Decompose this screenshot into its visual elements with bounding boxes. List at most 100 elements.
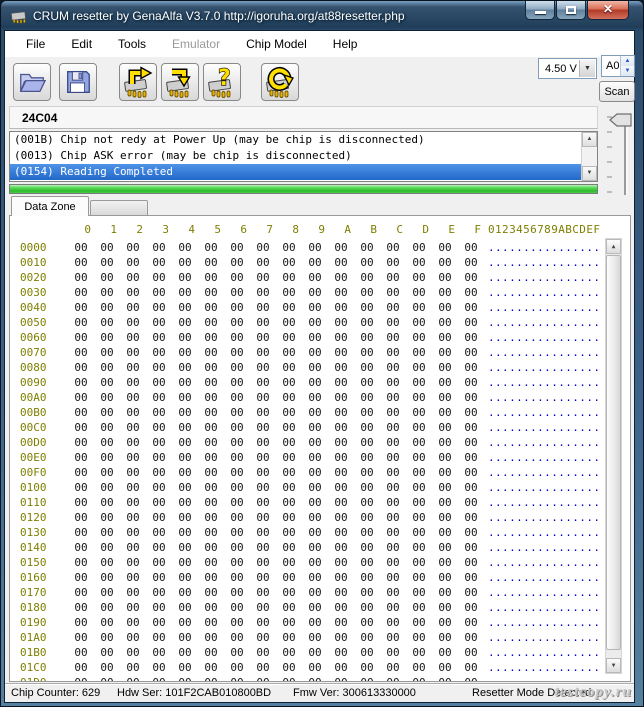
hex-byte-cell[interactable]: 00 — [354, 495, 380, 510]
hex-byte-cell[interactable]: 00 — [354, 360, 380, 375]
hex-byte-cell[interactable]: 00 — [120, 360, 146, 375]
hex-byte-cell[interactable]: 00 — [224, 435, 250, 450]
hex-byte-cell[interactable]: 00 — [198, 675, 224, 682]
hex-byte-cell[interactable]: 00 — [432, 540, 458, 555]
hex-byte-cell[interactable]: 00 — [328, 630, 354, 645]
hex-byte-cell[interactable]: 00 — [94, 615, 120, 630]
hex-byte-cell[interactable]: 00 — [224, 420, 250, 435]
reset-chip-button[interactable] — [261, 63, 299, 101]
hex-byte-cell[interactable]: 00 — [146, 465, 172, 480]
slider-handle[interactable] — [610, 114, 631, 126]
hex-byte-cell[interactable]: 00 — [406, 480, 432, 495]
hex-byte-cell[interactable]: 00 — [224, 600, 250, 615]
log-scrollbar[interactable]: ▲ ▼ — [581, 132, 597, 181]
hex-byte-cell[interactable]: 00 — [380, 360, 406, 375]
hex-byte-cell[interactable]: 00 — [250, 585, 276, 600]
hex-byte-cell[interactable]: 00 — [380, 630, 406, 645]
hex-byte-cell[interactable]: 00 — [380, 600, 406, 615]
hex-byte-cell[interactable]: 00 — [120, 240, 146, 255]
hex-byte-cell[interactable]: 00 — [224, 495, 250, 510]
hex-byte-cell[interactable]: 00 — [380, 495, 406, 510]
hex-byte-cell[interactable]: 00 — [250, 300, 276, 315]
hex-scrollbar[interactable]: ▲ ▼ — [605, 238, 622, 674]
hex-byte-cell[interactable]: 00 — [458, 450, 484, 465]
verify-chip-button[interactable]: ? — [203, 63, 241, 101]
hex-byte-cell[interactable]: 00 — [328, 435, 354, 450]
hex-byte-cell[interactable]: 00 — [172, 525, 198, 540]
hex-byte-cell[interactable]: 00 — [198, 390, 224, 405]
close-button[interactable]: ✕ — [587, 1, 629, 20]
hex-byte-cell[interactable]: 00 — [250, 600, 276, 615]
hex-byte-cell[interactable]: 00 — [120, 330, 146, 345]
hex-byte-cell[interactable]: 00 — [146, 480, 172, 495]
hex-byte-cell[interactable]: 00 — [94, 240, 120, 255]
hex-byte-cell[interactable]: 00 — [302, 315, 328, 330]
hex-byte-cell[interactable]: 00 — [120, 525, 146, 540]
hex-byte-cell[interactable]: 00 — [354, 630, 380, 645]
hex-byte-cell[interactable]: 00 — [172, 300, 198, 315]
hex-byte-cell[interactable]: 00 — [380, 315, 406, 330]
hex-byte-cell[interactable]: 00 — [120, 600, 146, 615]
hex-byte-cell[interactable]: 00 — [406, 375, 432, 390]
hex-byte-cell[interactable]: 00 — [302, 630, 328, 645]
hex-byte-cell[interactable]: 00 — [458, 495, 484, 510]
menu-help[interactable]: Help — [320, 33, 371, 55]
hex-byte-cell[interactable]: 00 — [458, 465, 484, 480]
hex-byte-cell[interactable]: 00 — [406, 540, 432, 555]
hex-byte-cell[interactable]: 00 — [68, 525, 94, 540]
hex-byte-cell[interactable]: 00 — [276, 570, 302, 585]
hex-byte-cell[interactable]: 00 — [68, 405, 94, 420]
hex-byte-cell[interactable]: 00 — [380, 255, 406, 270]
hex-byte-cell[interactable]: 00 — [354, 585, 380, 600]
hex-byte-cell[interactable]: 00 — [302, 285, 328, 300]
hex-byte-cell[interactable]: 00 — [68, 285, 94, 300]
hex-byte-cell[interactable]: 00 — [120, 375, 146, 390]
hex-byte-cell[interactable]: 00 — [94, 675, 120, 682]
hex-byte-cell[interactable]: 00 — [276, 660, 302, 675]
hex-byte-cell[interactable]: 00 — [146, 345, 172, 360]
hex-byte-cell[interactable]: 00 — [458, 300, 484, 315]
hex-byte-cell[interactable]: 00 — [276, 675, 302, 682]
menu-file[interactable]: File — [13, 33, 58, 55]
hex-byte-cell[interactable]: 00 — [302, 540, 328, 555]
hex-byte-cell[interactable]: 00 — [94, 345, 120, 360]
hex-byte-cell[interactable]: 00 — [172, 465, 198, 480]
hex-byte-cell[interactable]: 00 — [68, 315, 94, 330]
hex-byte-cell[interactable]: 00 — [276, 555, 302, 570]
hex-byte-cell[interactable]: 00 — [68, 390, 94, 405]
hex-byte-cell[interactable]: 00 — [146, 270, 172, 285]
hex-byte-cell[interactable]: 00 — [458, 555, 484, 570]
hex-byte-cell[interactable]: 00 — [406, 450, 432, 465]
hex-byte-cell[interactable]: 00 — [380, 570, 406, 585]
hex-byte-cell[interactable]: 00 — [172, 375, 198, 390]
hex-byte-cell[interactable]: 00 — [224, 375, 250, 390]
hex-byte-cell[interactable]: 00 — [432, 435, 458, 450]
hex-byte-cell[interactable]: 00 — [224, 615, 250, 630]
hex-byte-cell[interactable]: 00 — [406, 405, 432, 420]
hex-byte-cell[interactable]: 00 — [328, 585, 354, 600]
hex-byte-cell[interactable]: 00 — [276, 510, 302, 525]
hex-byte-cell[interactable]: 00 — [302, 240, 328, 255]
hex-byte-cell[interactable]: 00 — [432, 285, 458, 300]
hex-byte-cell[interactable]: 00 — [146, 285, 172, 300]
hex-byte-cell[interactable]: 00 — [380, 345, 406, 360]
hex-byte-cell[interactable]: 00 — [172, 480, 198, 495]
hex-byte-cell[interactable]: 00 — [406, 255, 432, 270]
hex-byte-cell[interactable]: 00 — [94, 375, 120, 390]
hex-byte-cell[interactable]: 00 — [120, 405, 146, 420]
hex-byte-cell[interactable]: 00 — [94, 285, 120, 300]
hex-byte-cell[interactable]: 00 — [198, 375, 224, 390]
hex-byte-cell[interactable]: 00 — [198, 525, 224, 540]
hex-byte-cell[interactable]: 00 — [432, 525, 458, 540]
hex-byte-cell[interactable]: 00 — [354, 480, 380, 495]
hex-byte-cell[interactable]: 00 — [172, 315, 198, 330]
hex-byte-cell[interactable]: 00 — [68, 645, 94, 660]
hex-byte-cell[interactable]: 00 — [354, 255, 380, 270]
scroll-up-icon[interactable]: ▲ — [582, 132, 597, 147]
hex-byte-cell[interactable]: 00 — [94, 435, 120, 450]
hex-byte-cell[interactable]: 00 — [146, 525, 172, 540]
hex-byte-cell[interactable]: 00 — [250, 345, 276, 360]
hex-byte-cell[interactable]: 00 — [432, 615, 458, 630]
hex-byte-cell[interactable]: 00 — [68, 300, 94, 315]
hex-byte-cell[interactable]: 00 — [328, 480, 354, 495]
